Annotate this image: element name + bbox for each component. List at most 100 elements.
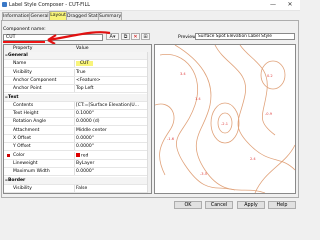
property-value[interactable]: CUT bbox=[76, 61, 94, 67]
property-value[interactable]: red bbox=[76, 152, 89, 159]
grid-property-row[interactable]: Visibility False bbox=[4, 184, 151, 193]
property-value[interactable]: 0.1000" bbox=[76, 111, 94, 116]
grid-property-row[interactable]: Maximum Width 0.0000" bbox=[4, 168, 151, 177]
preview-spot-label: 0.2 bbox=[267, 74, 273, 78]
title-bar: Label Style Composer - CUT-FILL — ✕ bbox=[0, 0, 300, 11]
column-divider bbox=[74, 76, 75, 84]
delete-component-button[interactable]: ✕ bbox=[131, 33, 140, 40]
property-name: General bbox=[8, 53, 28, 58]
property-value[interactable]: 0.0000" bbox=[76, 144, 94, 149]
property-value[interactable]: 0.0000" bbox=[76, 136, 94, 141]
tab-dragged-state[interactable]: Dragged State bbox=[66, 12, 100, 20]
grid-property-row[interactable]: Visibility True bbox=[4, 68, 151, 77]
text-editor-button[interactable]: ⊞ bbox=[141, 33, 150, 40]
grid-property-row[interactable]: Lineweight ByLayer bbox=[4, 159, 151, 168]
property-name: Contents bbox=[13, 102, 34, 108]
window-title: Label Style Composer - CUT-FILL bbox=[9, 2, 91, 8]
property-name: Rotation Angle bbox=[13, 119, 47, 125]
grid-category-row[interactable]: ▬ Text bbox=[4, 93, 151, 102]
property-value[interactable]: Top Left bbox=[76, 86, 94, 91]
ok-button[interactable]: OK bbox=[174, 201, 202, 209]
property-name: Text Height bbox=[13, 111, 39, 117]
column-divider bbox=[74, 68, 75, 76]
property-value-text: 0.1000" bbox=[76, 111, 94, 117]
grid-property-row[interactable]: Color red bbox=[4, 151, 151, 160]
property-value[interactable]: False bbox=[76, 186, 87, 191]
property-value-text: CUT bbox=[76, 61, 94, 67]
contour-preview: 3.4 -2.1 0.2 -1.6 2.4 -3.5 1.4 -0.9 bbox=[155, 45, 295, 193]
annotation-arrow bbox=[47, 31, 111, 45]
property-name: Maximum Width bbox=[13, 169, 50, 175]
help-button[interactable]: Help bbox=[268, 201, 296, 209]
copy-component-icon: ⧉ bbox=[123, 34, 128, 40]
property-name: X Offset bbox=[13, 136, 32, 141]
grid-property-row[interactable]: Y Offset 0.0000" bbox=[4, 143, 151, 152]
grid-category-row[interactable]: ▬ Border bbox=[4, 176, 151, 185]
red-swatch-icon bbox=[76, 152, 80, 157]
property-value[interactable]: <Feature> bbox=[76, 78, 101, 83]
property-value[interactable]: 0.0000" bbox=[76, 169, 94, 174]
apply-button[interactable]: Apply bbox=[237, 201, 265, 209]
color-swatch-icon bbox=[7, 153, 10, 157]
annotation-underline bbox=[3, 41, 45, 43]
property-name: Color bbox=[13, 152, 25, 158]
grid-property-row[interactable]: Anchor Component <Feature> bbox=[4, 76, 151, 85]
property-value[interactable]: [CT:=[Surface Elevation(U... bbox=[76, 103, 139, 108]
text-icon: ⊞ bbox=[143, 34, 148, 40]
property-value[interactable]: True bbox=[76, 70, 86, 75]
preview-spot-label: 1.4 bbox=[195, 97, 201, 101]
property-value-text: 0.0000 (d) bbox=[76, 119, 100, 125]
grid-category-row[interactable]: ▬ General bbox=[4, 52, 151, 60]
property-name: Text bbox=[8, 94, 19, 100]
property-name: Visibility bbox=[13, 185, 32, 191]
property-value-text: Middle center bbox=[76, 127, 107, 133]
column-divider bbox=[74, 159, 75, 167]
minimize-button[interactable]: — bbox=[268, 1, 278, 9]
grid-scrollbar[interactable] bbox=[147, 52, 151, 193]
property-value-text: True bbox=[76, 69, 86, 75]
property-value[interactable]: 0.0000 (d) bbox=[76, 119, 100, 124]
property-value-text: ByLayer bbox=[76, 160, 95, 166]
column-divider bbox=[74, 126, 75, 134]
property-column-header: Property bbox=[13, 46, 33, 51]
preview-spot-label: -2.1 bbox=[221, 122, 228, 126]
column-divider bbox=[74, 184, 75, 192]
tab-information[interactable]: Information bbox=[2, 12, 30, 20]
property-name: Anchor Component bbox=[13, 77, 57, 83]
property-value-text: <Feature> bbox=[76, 77, 101, 83]
grid-property-row[interactable]: Anchor Point Top Left bbox=[4, 85, 151, 94]
property-value-text: Top Left bbox=[76, 86, 94, 92]
property-name: Name bbox=[13, 61, 27, 67]
cancel-button[interactable]: Cancel bbox=[205, 201, 233, 209]
copy-component-button[interactable]: ⧉ bbox=[121, 33, 130, 40]
column-divider bbox=[74, 118, 75, 126]
grid-property-row[interactable]: Contents [CT:=[Surface Elevation(U... bbox=[4, 101, 151, 110]
grid-property-row[interactable]: Text Height 0.1000" bbox=[4, 110, 151, 119]
property-name: Border bbox=[8, 177, 26, 183]
property-name: Anchor Point bbox=[13, 86, 42, 92]
preview-spot-label: -0.9 bbox=[265, 112, 273, 116]
preview-style-select[interactable]: Surface Spot Elevation Label Style bbox=[195, 33, 295, 40]
property-value-text: red bbox=[81, 153, 89, 159]
grid-property-row[interactable]: Rotation Angle 0.0000 (d) bbox=[4, 118, 151, 127]
property-name: Visibility bbox=[13, 69, 32, 75]
preview-spot-label: -1.6 bbox=[167, 137, 175, 141]
tab-general[interactable]: General bbox=[29, 12, 50, 20]
column-divider bbox=[74, 110, 75, 118]
grid-property-row[interactable]: X Offset 0.0000" bbox=[4, 135, 151, 143]
property-value-text: [CT:=[Surface Elevation(U... bbox=[76, 102, 140, 108]
tab-summary[interactable]: Summary bbox=[98, 12, 122, 20]
tab-layout[interactable]: Layout bbox=[49, 11, 67, 20]
column-divider bbox=[74, 168, 75, 176]
component-name-label: Component name: bbox=[3, 27, 46, 32]
column-divider bbox=[74, 135, 75, 142]
label-style-composer-window: Label Style Composer - CUT-FILL — ✕ Info… bbox=[0, 0, 300, 211]
grid-property-row[interactable]: Attachment Middle center bbox=[4, 126, 151, 135]
property-value-text: 0.0000" bbox=[76, 144, 94, 150]
property-value[interactable]: Middle center bbox=[76, 128, 107, 133]
delete-component-icon: ✕ bbox=[133, 34, 138, 40]
column-divider bbox=[74, 101, 75, 109]
close-button[interactable]: ✕ bbox=[285, 1, 295, 9]
grid-property-row[interactable]: Name CUT bbox=[4, 60, 151, 69]
property-value[interactable]: ByLayer bbox=[76, 161, 94, 166]
